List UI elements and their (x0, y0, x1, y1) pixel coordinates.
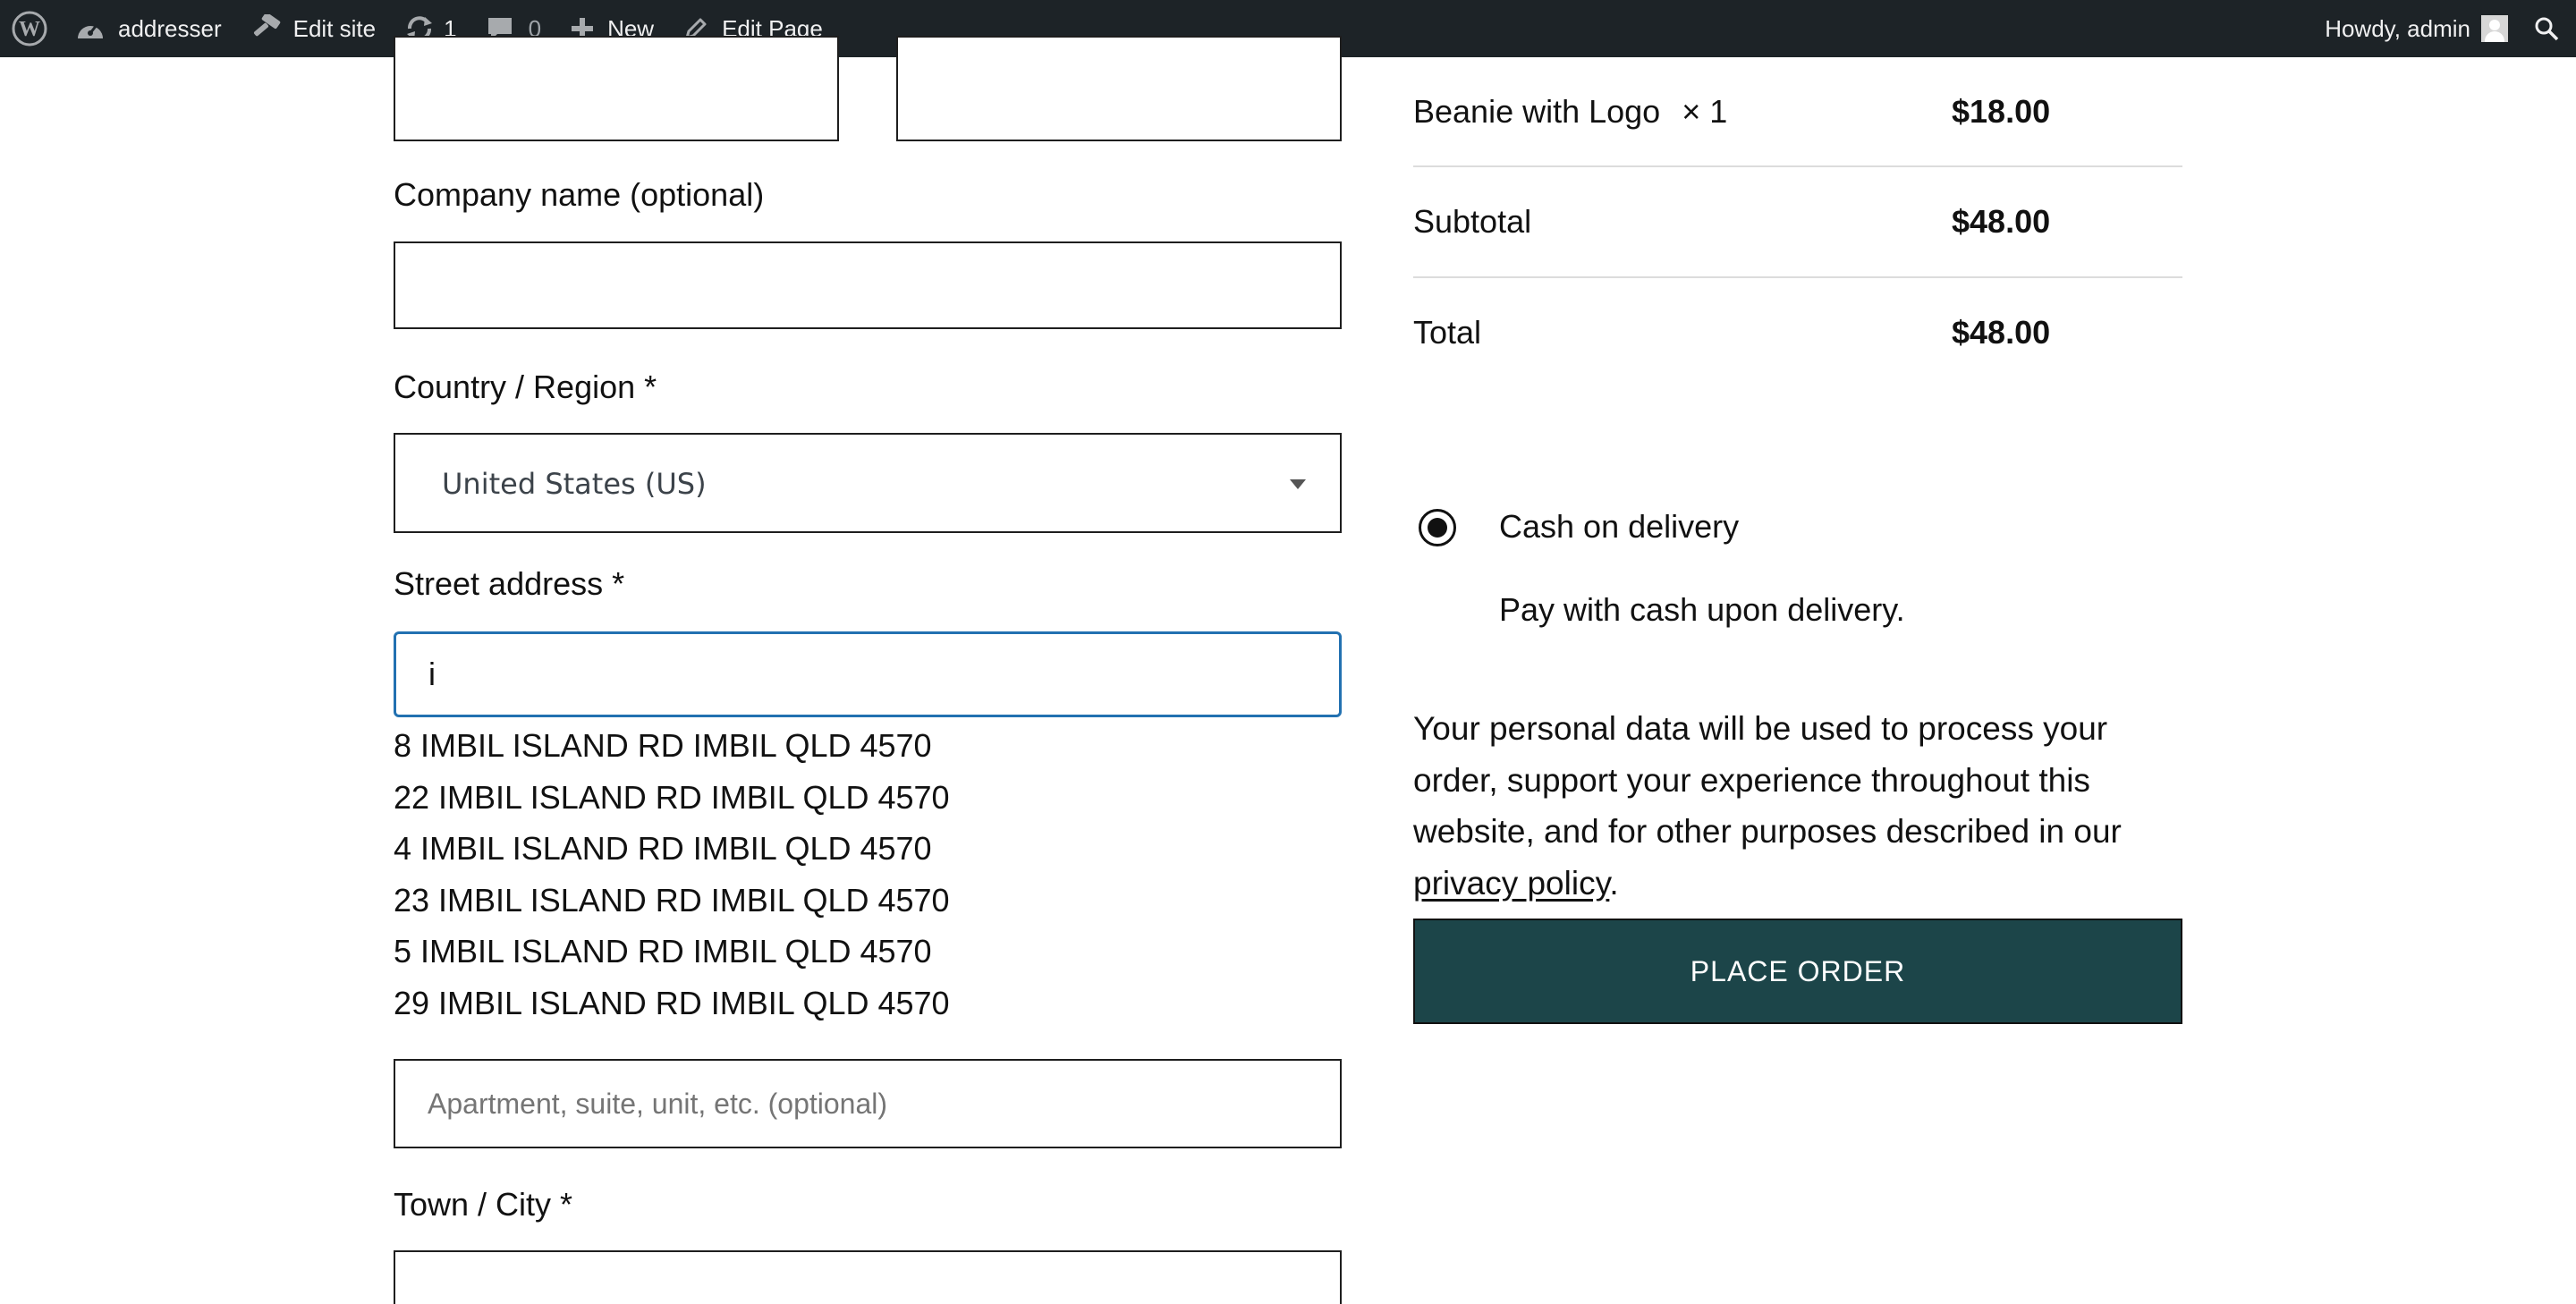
divider (1413, 276, 2182, 278)
address-suggestion[interactable]: 4 IMBIL ISLAND RD IMBIL QLD 4570 (394, 826, 1342, 877)
order-item-title: Beanie with Logo (1413, 93, 1661, 130)
total-label: Total (1413, 314, 1482, 351)
country-select-value: United States (US) (442, 467, 707, 501)
privacy-notice: Your personal data will be used to proce… (1413, 703, 2200, 909)
search-icon[interactable] (2524, 0, 2576, 57)
privacy-policy-link[interactable]: privacy policy (1413, 865, 1609, 902)
country-select[interactable]: United States (US) (394, 433, 1342, 533)
apartment-input[interactable] (394, 1059, 1342, 1148)
payment-method-label[interactable]: Cash on delivery (1499, 508, 1739, 546)
order-item-name: Beanie with Logo × 1 (1413, 93, 1727, 131)
order-item-quantity: × 1 (1682, 93, 1728, 130)
payment-method-description: Pay with cash upon delivery. (1499, 591, 1905, 628)
street-address-label: Street address * (394, 565, 625, 602)
site-name-menu[interactable]: addresser (61, 0, 236, 57)
divider (1413, 165, 2182, 167)
first-name-field[interactable] (394, 36, 839, 141)
edit-site-menu[interactable]: Edit site (236, 0, 391, 57)
city-label: Town / City * (394, 1186, 573, 1223)
hammer-icon (250, 14, 281, 43)
address-suggestion[interactable]: 22 IMBIL ISLAND RD IMBIL QLD 4570 (394, 775, 1342, 826)
address-suggestion[interactable]: 29 IMBIL ISLAND RD IMBIL QLD 4570 (394, 980, 1342, 1032)
dashboard-icon (75, 15, 106, 42)
subtotal-label: Subtotal (1413, 203, 1532, 240)
svg-text:W: W (19, 18, 40, 41)
address-suggestion[interactable]: 5 IMBIL ISLAND RD IMBIL QLD 4570 (394, 928, 1342, 980)
city-field[interactable] (394, 1250, 1342, 1304)
total-value: $48.00 (1952, 314, 2051, 351)
street-address-input[interactable] (394, 631, 1342, 717)
wordpress-logo-icon[interactable]: W (0, 0, 61, 57)
company-field[interactable] (394, 241, 1342, 329)
cash-on-delivery-radio[interactable] (1419, 509, 1456, 546)
order-item-price: $18.00 (1952, 93, 2051, 130)
address-suggestion[interactable]: 8 IMBIL ISLAND RD IMBIL QLD 4570 (394, 723, 1342, 775)
privacy-text: Your personal data will be used to proce… (1413, 710, 2122, 851)
place-order-button[interactable]: PLACE ORDER (1413, 919, 2182, 1024)
account-menu[interactable]: Howdy, admin (2310, 0, 2524, 57)
country-label: Country / Region * (394, 368, 657, 405)
avatar (2481, 15, 2508, 42)
chevron-down-icon (1290, 479, 1306, 489)
subtotal-value: $48.00 (1952, 203, 2051, 240)
greeting-label: Howdy, admin (2325, 14, 2470, 42)
privacy-text-end: . (1609, 864, 1619, 902)
edit-site-label: Edit site (292, 14, 377, 42)
company-label: Company name (optional) (394, 176, 765, 213)
site-name-label: addresser (118, 14, 222, 42)
address-suggestions-list: 8 IMBIL ISLAND RD IMBIL QLD 4570 22 IMBI… (394, 723, 1342, 1032)
radio-selected-dot (1428, 518, 1447, 538)
address-suggestion[interactable]: 23 IMBIL ISLAND RD IMBIL QLD 4570 (394, 877, 1342, 929)
last-name-field[interactable] (896, 36, 1342, 141)
